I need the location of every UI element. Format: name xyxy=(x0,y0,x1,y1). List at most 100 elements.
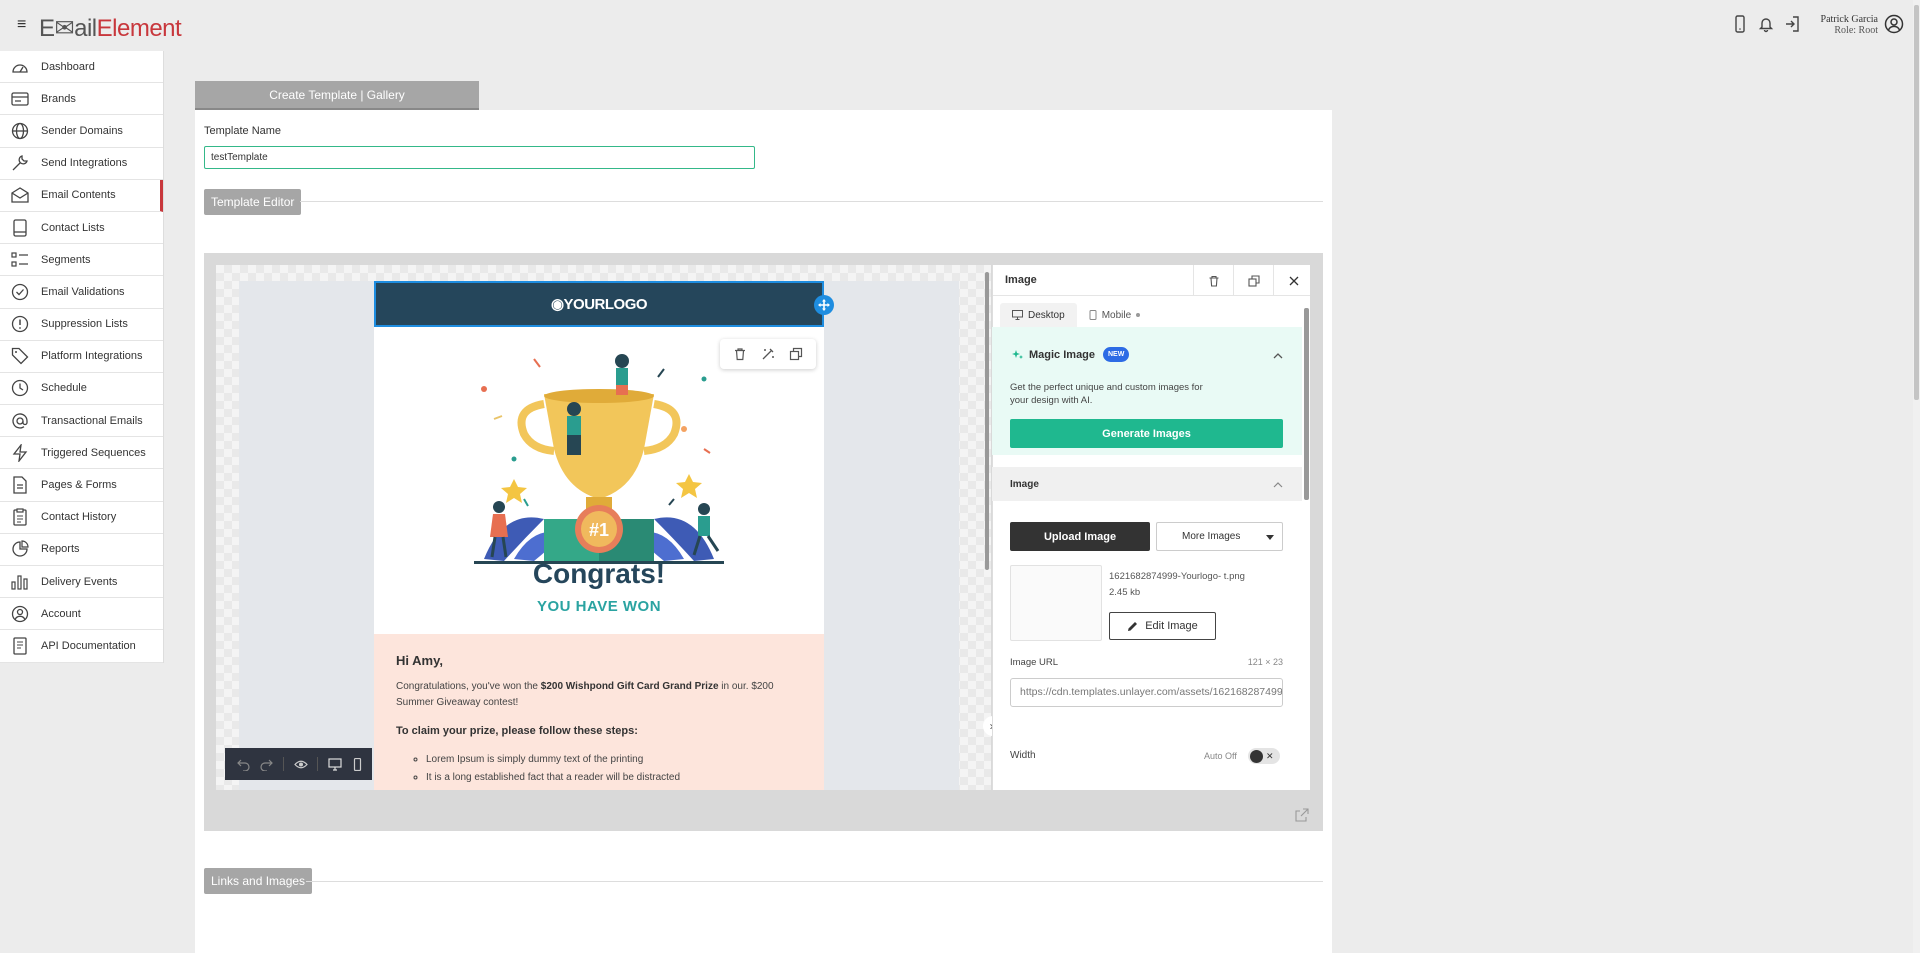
image-url-label: Image URL xyxy=(1010,657,1059,668)
sidebar-item-email-contents[interactable]: Email Contents xyxy=(0,179,163,212)
document-icon xyxy=(10,476,30,494)
trash-icon[interactable] xyxy=(733,347,747,361)
gauge-icon xyxy=(10,58,30,76)
sidebar-item-contact-lists[interactable]: Contact Lists xyxy=(0,212,163,245)
auto-width-toggle[interactable]: ✕ xyxy=(1248,748,1280,764)
canvas-scrollbar-thumb[interactable] xyxy=(985,272,989,570)
mobile-view-icon[interactable] xyxy=(351,757,364,771)
sidebar-item-api-documentation[interactable]: API Documentation xyxy=(0,630,163,663)
image-section-title: Image xyxy=(1010,479,1039,490)
links-images-chip[interactable]: Links and Images xyxy=(204,868,313,894)
upload-image-button[interactable]: Upload Image xyxy=(1010,522,1150,551)
panel-content: Magic Image NEW Get the perfect unique a… xyxy=(992,265,1310,790)
clock-icon xyxy=(10,379,30,397)
sidebar-item-contact-history[interactable]: Contact History xyxy=(0,502,163,534)
image-url-input[interactable]: https://cdn.templates.unlayer.com/assets… xyxy=(1010,678,1283,707)
sidebar-item-account[interactable]: Account xyxy=(0,598,163,631)
popout-icon[interactable] xyxy=(1295,808,1309,822)
user-role: Role: Root xyxy=(1834,25,1878,36)
svg-text:#1: #1 xyxy=(589,520,609,540)
bell-icon[interactable] xyxy=(1758,15,1774,33)
chevron-up-icon[interactable] xyxy=(1273,482,1283,488)
mobile-device-icon[interactable] xyxy=(1732,15,1748,33)
sidebar-item-reports[interactable]: Reports xyxy=(0,534,163,566)
template-name-input[interactable]: testTemplate xyxy=(204,146,755,169)
pie-chart-icon xyxy=(10,540,30,558)
preview-eye-icon[interactable] xyxy=(294,758,308,771)
magic-image-title[interactable]: Magic Image xyxy=(1029,349,1095,361)
undo-icon[interactable] xyxy=(237,758,250,771)
sparkle-icon xyxy=(1012,350,1023,359)
sidebar-item-triggered-sequences[interactable]: Triggered Sequences xyxy=(0,437,163,470)
sidebar-item-sender-domains[interactable]: Sender Domains xyxy=(0,115,163,148)
sidebar-item-delivery-events[interactable]: Delivery Events xyxy=(0,566,163,599)
email-logo-header[interactable]: ◉YOURLOGO xyxy=(374,281,824,327)
sidebar-item-pages-forms[interactable]: Pages & Forms xyxy=(0,469,163,502)
magic-image-description: Get the perfect unique and custom images… xyxy=(1010,382,1203,406)
template-editor-chip[interactable]: Template Editor xyxy=(204,189,302,215)
email-bullet-list[interactable]: Lorem Ipsum is simply dummy text of the … xyxy=(412,754,680,790)
duplicate-icon[interactable] xyxy=(789,347,803,361)
at-icon xyxy=(10,412,30,430)
page-scrollbar-thumb[interactable] xyxy=(1914,5,1919,400)
you-have-won-heading[interactable]: YOU HAVE WON xyxy=(374,598,824,615)
divider xyxy=(300,201,1323,202)
email-claim-heading[interactable]: To claim your prize, please follow these… xyxy=(396,725,638,737)
generate-images-button[interactable]: Generate Images xyxy=(1010,419,1283,448)
star-left xyxy=(501,479,527,503)
magic-wand-icon[interactable] xyxy=(761,347,775,361)
create-template-gallery-tab[interactable]: Create Template | Gallery xyxy=(195,81,479,110)
image-file-size: 2.45 kb xyxy=(1109,587,1141,598)
email-paragraph[interactable]: Congratulations, you've won the $200 Wis… xyxy=(396,679,801,711)
envelope-open-icon xyxy=(10,186,30,204)
move-handle-icon[interactable] xyxy=(814,295,834,315)
card-icon xyxy=(10,90,30,108)
sidebar-item-send-integrations[interactable]: Send Integrations xyxy=(0,148,163,180)
editor-bottom-toolbar xyxy=(225,748,372,780)
bolt-icon xyxy=(10,443,30,462)
user-circle-icon xyxy=(10,605,30,623)
segments-icon xyxy=(10,251,30,269)
toggle-knob xyxy=(1250,749,1263,763)
list-item: Lorem Ipsum is simply dummy text of the … xyxy=(426,754,680,765)
auto-width-label: Auto Off xyxy=(1204,751,1237,761)
sidebar-item-brands[interactable]: Brands xyxy=(0,83,163,116)
tag-icon xyxy=(10,347,30,365)
edit-image-button[interactable]: Edit Image xyxy=(1109,612,1216,640)
app-logo[interactable]: E✉ailElement xyxy=(39,14,182,43)
redo-icon[interactable] xyxy=(260,758,273,771)
sidebar-item-email-validations[interactable]: Email Validations xyxy=(0,276,163,309)
panel-scrollbar-thumb[interactable] xyxy=(1304,308,1309,500)
exclamation-circle-icon xyxy=(10,315,30,333)
top-icons xyxy=(1732,15,1800,33)
bar-chart-icon xyxy=(10,573,30,591)
list-item: It is a long established fact that a rea… xyxy=(426,772,680,783)
toggle-off-icon: ✕ xyxy=(1266,750,1274,761)
more-images-dropdown[interactable]: More Images xyxy=(1156,522,1283,551)
sidebar: Dashboard Brands Sender Domains Send Int… xyxy=(0,51,164,663)
trophy-cup xyxy=(544,394,654,499)
sidebar-item-platform-integrations[interactable]: Platform Integrations xyxy=(0,341,163,373)
desktop-view-icon[interactable] xyxy=(328,757,342,771)
api-doc-icon xyxy=(10,637,30,655)
user-info[interactable]: Patrick Garcia Role: Root xyxy=(1821,14,1878,36)
image-block-toolbar xyxy=(720,339,816,369)
logout-icon[interactable] xyxy=(1784,15,1800,33)
star-right xyxy=(676,474,702,498)
trophy-illustration[interactable]: #1 xyxy=(374,339,824,579)
clipboard-icon xyxy=(10,508,30,526)
sidebar-item-schedule[interactable]: Schedule xyxy=(0,373,163,406)
template-name-label: Template Name xyxy=(204,125,282,137)
image-file-name: 1621682874999-Yourlogo- t.png xyxy=(1109,571,1245,582)
sidebar-item-segments[interactable]: Segments xyxy=(0,244,163,277)
hamburger-menu-icon[interactable]: ≡ xyxy=(17,16,26,34)
new-badge: NEW xyxy=(1103,347,1130,362)
sidebar-item-transactional-emails[interactable]: Transactional Emails xyxy=(0,405,163,438)
chevron-up-icon[interactable] xyxy=(1273,353,1283,359)
sidebar-item-dashboard[interactable]: Dashboard xyxy=(0,51,163,84)
user-avatar-icon[interactable] xyxy=(1884,14,1904,34)
sidebar-item-suppression-lists[interactable]: Suppression Lists xyxy=(0,309,163,341)
email-greeting[interactable]: Hi Amy, xyxy=(396,653,443,668)
user-name: Patrick Garcia xyxy=(1820,14,1878,25)
congrats-heading[interactable]: Congrats! xyxy=(374,558,824,590)
